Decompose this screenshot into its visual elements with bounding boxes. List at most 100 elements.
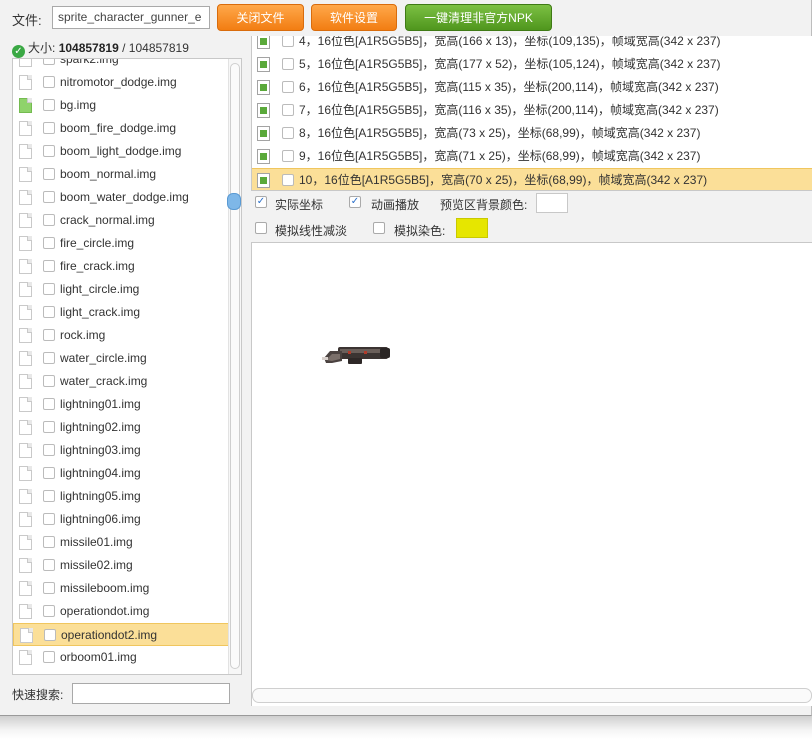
frame-checkbox[interactable] [282,81,294,93]
frame-checkbox[interactable] [282,150,294,162]
file-list-item[interactable]: lightning06.img [13,508,229,531]
file-list-item[interactable]: lightning03.img [13,439,229,462]
frame-list[interactable]: 4，16位色[A1R5G5B5]，宽高(166 x 13)，坐标(109,135… [251,36,812,190]
file-checkbox[interactable] [43,76,55,88]
file-list-item[interactable]: boom_light_dodge.img [13,140,229,163]
file-checkbox[interactable] [43,122,55,134]
linear-fade-checkbox[interactable] [255,222,267,234]
file-checkbox[interactable] [43,375,55,387]
file-list-item[interactable]: lightning04.img [13,462,229,485]
bg-color-swatch[interactable] [536,193,568,213]
file-list-item[interactable]: lightning02.img [13,416,229,439]
file-checkbox[interactable] [43,421,55,433]
frame-checkbox[interactable] [282,104,294,116]
frame-list-item[interactable]: 10，16位色[A1R5G5B5]，宽高(70 x 25)，坐标(68,99)，… [252,168,812,190]
file-checkbox[interactable] [43,536,55,548]
file-list[interactable]: spark2.img nitromotor_dodge.img bg.img boom… [12,58,242,675]
file-list-item[interactable]: water_circle.img [13,347,229,370]
file-list-scrollbar[interactable] [228,59,241,674]
file-list-item[interactable]: light_crack.img [13,301,229,324]
frame-list-item[interactable]: 8，16位色[A1R5G5B5]，宽高(73 x 25)，坐标(68,99)，帧… [252,122,812,145]
tint-label: 模拟染色: [394,224,446,238]
tint-checkbox[interactable] [373,222,385,234]
document-icon [19,558,32,573]
file-checkbox[interactable] [43,59,55,65]
file-list-item[interactable]: boom_fire_dodge.img [13,117,229,140]
file-checkbox[interactable] [43,329,55,341]
frame-list-item[interactable]: 7，16位色[A1R5G5B5]，宽高(116 x 35)，坐标(200,114… [252,99,812,122]
file-checkbox[interactable] [43,352,55,364]
frame-checkbox[interactable] [282,127,294,139]
file-checkbox[interactable] [43,283,55,295]
animation-checkbox[interactable]: ✓ [349,196,361,208]
file-list-item[interactable]: lightning05.img [13,485,229,508]
file-checkbox[interactable] [43,467,55,479]
file-checkbox[interactable] [43,490,55,502]
file-checkbox[interactable] [43,651,55,663]
file-checkbox[interactable] [43,306,55,318]
preview-canvas[interactable] [251,242,812,706]
file-list-item[interactable]: missileboom.img [13,577,229,600]
document-icon [19,236,32,251]
linear-fade-label: 模拟线性减淡 [275,224,348,238]
file-checkbox[interactable] [43,99,55,111]
search-input[interactable] [72,683,230,704]
file-list-item[interactable]: fire_circle.img [13,232,229,255]
splitter-handle[interactable] [227,193,241,210]
frame-checkbox[interactable] [282,58,294,70]
file-list-item[interactable]: lightning01.img [13,393,229,416]
frame-thumbnail-icon [257,149,270,164]
clean-npk-button[interactable]: 一键清理非官方NPK [405,4,552,31]
file-checkbox[interactable] [43,513,55,525]
file-checkbox[interactable] [43,559,55,571]
file-list-item[interactable]: operationdot.img [13,600,229,623]
document-icon [19,351,32,366]
file-name: fire_crack.img [60,259,135,273]
file-list-item[interactable]: spark2.img [13,59,229,71]
file-list-item[interactable]: light_circle.img [13,278,229,301]
file-list-item[interactable]: operationdot2.img [13,623,229,646]
file-checkbox[interactable] [43,605,55,617]
file-checkbox[interactable] [44,629,56,641]
frame-list-item[interactable]: 6，16位色[A1R5G5B5]，宽高(115 x 35)，坐标(200,114… [252,76,812,99]
document-icon [19,213,32,228]
frame-list-item[interactable]: 4，16位色[A1R5G5B5]，宽高(166 x 13)，坐标(109,135… [252,36,812,53]
preview-horizontal-scrollbar[interactable] [252,688,812,703]
file-list-item[interactable]: missile01.img [13,531,229,554]
file-checkbox[interactable] [43,168,55,180]
file-checkbox[interactable] [43,145,55,157]
file-checkbox[interactable] [43,444,55,456]
file-list-items: spark2.img nitromotor_dodge.img bg.img boom… [13,59,229,669]
actual-coords-checkbox[interactable]: ✓ [255,196,267,208]
file-checkbox[interactable] [43,237,55,249]
frame-list-item[interactable]: 9，16位色[A1R5G5B5]，宽高(71 x 25)，坐标(68,99)，帧… [252,145,812,168]
file-checkbox[interactable] [43,398,55,410]
file-name: boom_water_dodge.img [60,190,189,204]
file-list-item[interactable]: missile02.img [13,554,229,577]
file-checkbox[interactable] [43,214,55,226]
settings-button[interactable]: 软件设置 [311,4,397,31]
file-list-item[interactable]: orboom01.img [13,646,229,669]
file-list-item[interactable]: boom_normal.img [13,163,229,186]
size-current: 104857819 [58,41,119,55]
frame-list-item[interactable]: 5，16位色[A1R5G5B5]，宽高(177 x 52)，坐标(105,124… [252,53,812,76]
file-checkbox[interactable] [43,191,55,203]
file-list-item[interactable]: bg.img [13,94,229,117]
file-name: missile01.img [60,535,133,549]
file-list-item[interactable]: rock.img [13,324,229,347]
document-icon [19,604,32,619]
frame-checkbox[interactable] [282,174,294,186]
file-list-item[interactable]: crack_normal.img [13,209,229,232]
frame-checkbox[interactable] [282,36,294,47]
file-checkbox[interactable] [43,260,55,272]
file-list-item[interactable]: water_crack.img [13,370,229,393]
file-path-field[interactable]: sprite_character_gunner_e [52,6,210,29]
animation-label: 动画播放 [371,198,420,212]
tint-color-swatch[interactable] [456,218,488,238]
file-list-item[interactable]: fire_crack.img [13,255,229,278]
file-list-item[interactable]: boom_water_dodge.img [13,186,229,209]
close-file-button[interactable]: 关闭文件 [217,4,304,31]
file-list-item[interactable]: nitromotor_dodge.img [13,71,229,94]
file-list-scrollbar-thumb[interactable] [230,63,240,669]
file-checkbox[interactable] [43,582,55,594]
